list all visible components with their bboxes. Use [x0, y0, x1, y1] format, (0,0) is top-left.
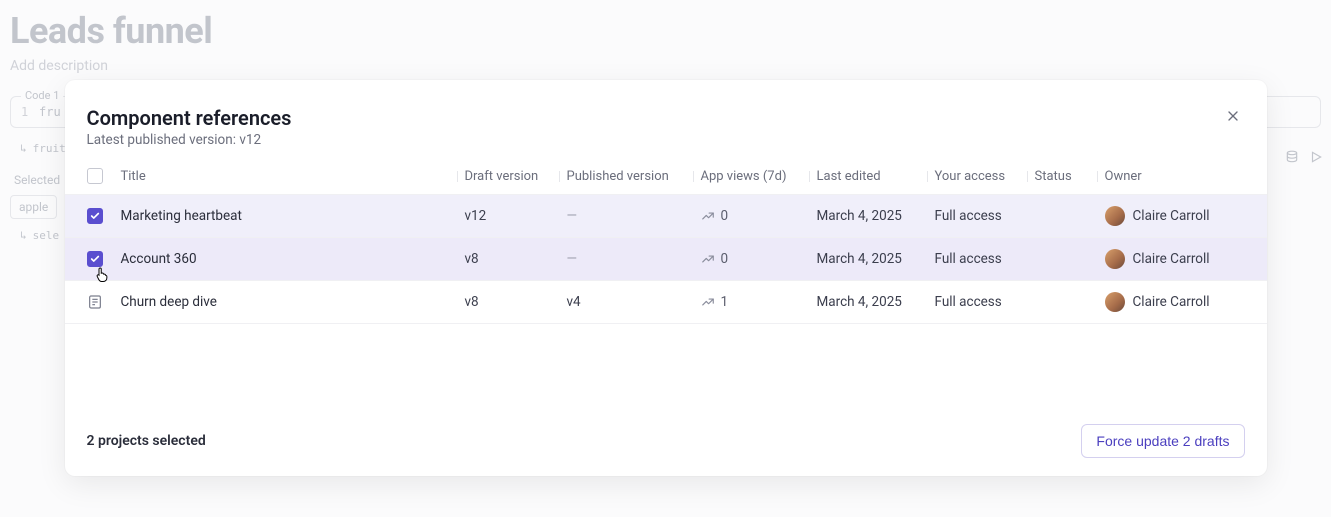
header-status[interactable]: Status	[1035, 169, 1105, 184]
avatar	[1105, 249, 1125, 269]
table-row[interactable]: Marketing heartbeat v12 — 0 March 4, 202…	[65, 194, 1267, 237]
row-checkbox[interactable]	[87, 208, 103, 224]
references-table: Title Draft version Published version Ap…	[65, 158, 1267, 324]
header-edited[interactable]: Last edited	[817, 169, 935, 184]
row-title: Account 360	[121, 251, 197, 267]
row-views: 0	[721, 208, 729, 224]
modal-footer: 2 projects selected Force update 2 draft…	[65, 324, 1267, 458]
header-published[interactable]: Published version	[567, 169, 701, 184]
row-owner: Claire Carroll	[1133, 294, 1210, 310]
row-published: —	[567, 208, 701, 224]
row-published: v4	[567, 294, 701, 310]
row-title: Churn deep dive	[121, 294, 217, 310]
row-access: Full access	[935, 294, 1035, 310]
table-header: Title Draft version Published version Ap…	[65, 158, 1267, 194]
avatar	[1105, 292, 1125, 312]
row-access: Full access	[935, 251, 1035, 267]
select-all-checkbox[interactable]	[87, 168, 103, 184]
modal-header: Component references Latest published ve…	[65, 106, 1267, 158]
trend-up-icon	[701, 295, 715, 309]
avatar	[1105, 206, 1125, 226]
row-access: Full access	[935, 208, 1035, 224]
header-draft[interactable]: Draft version	[465, 169, 567, 184]
trend-up-icon	[701, 252, 715, 266]
table-row[interactable]: Account 360 v8 — 0 March 4, 2025 Full ac…	[65, 237, 1267, 280]
header-views[interactable]: App views (7d)	[701, 169, 817, 184]
header-access[interactable]: Your access	[935, 169, 1035, 184]
row-checkbox[interactable]	[87, 251, 103, 267]
row-title: Marketing heartbeat	[121, 208, 242, 224]
modal-overlay: Component references Latest published ve…	[0, 0, 1331, 517]
row-edited: March 4, 2025	[817, 251, 935, 267]
row-draft: v8	[465, 294, 567, 310]
row-draft: v12	[465, 208, 567, 224]
row-edited: March 4, 2025	[817, 294, 935, 310]
modal-title: Component references	[87, 106, 1245, 130]
table-row[interactable]: Churn deep dive v8 v4 1 March 4, 2025 Fu…	[65, 280, 1267, 324]
row-published: —	[567, 251, 701, 267]
row-owner: Claire Carroll	[1133, 251, 1210, 267]
selected-count-text: 2 projects selected	[87, 433, 206, 449]
trend-up-icon	[701, 209, 715, 223]
force-update-button[interactable]: Force update 2 drafts	[1081, 424, 1244, 458]
close-icon	[1225, 108, 1241, 124]
row-owner: Claire Carroll	[1133, 208, 1210, 224]
row-views: 0	[721, 251, 729, 267]
row-draft: v8	[465, 251, 567, 267]
modal-subtitle: Latest published version: v12	[87, 132, 1245, 148]
header-owner[interactable]: Owner	[1105, 169, 1245, 184]
header-checkbox-col	[87, 168, 121, 184]
header-title[interactable]: Title	[121, 169, 465, 184]
row-views: 1	[721, 294, 729, 310]
component-references-modal: Component references Latest published ve…	[65, 80, 1267, 476]
document-icon	[87, 294, 103, 310]
close-button[interactable]	[1221, 104, 1245, 128]
row-edited: March 4, 2025	[817, 208, 935, 224]
